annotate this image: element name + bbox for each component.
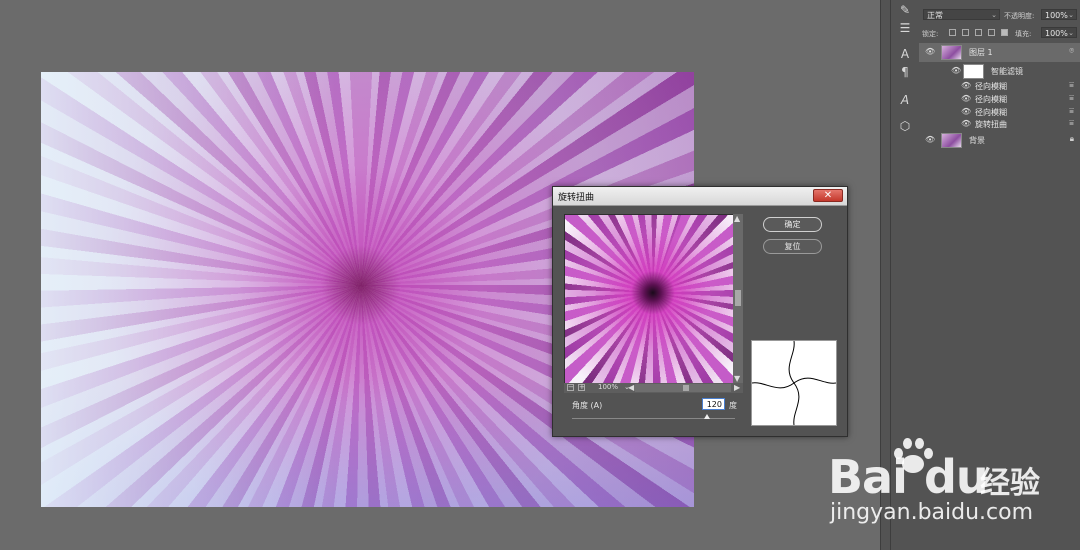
filter-preview[interactable] xyxy=(564,214,735,385)
lock-transparent-icon[interactable] xyxy=(949,29,956,36)
eye-icon[interactable]: 👁 xyxy=(925,135,935,144)
filter-name: 旋转扭曲 xyxy=(975,120,1007,129)
filter-row[interactable]: 👁 径向模糊 ⩸ xyxy=(919,79,1080,92)
scroll-thumb[interactable] xyxy=(683,385,689,391)
eye-icon[interactable]: 👁 xyxy=(951,66,961,75)
lock-icon: 🔒︎ xyxy=(1069,134,1074,143)
zoom-level: 100% xyxy=(598,383,619,391)
layer-row-background[interactable]: 👁 背景 🔒︎ xyxy=(919,131,1080,150)
chevron-down-icon: ⌄ xyxy=(1068,11,1074,19)
angle-label: 角度 (A) xyxy=(572,401,603,410)
dialog-title: 旋转扭曲 xyxy=(558,193,595,203)
scroll-down-icon[interactable]: ▼ xyxy=(734,374,740,383)
watermark-url: jingyan.baidu.com xyxy=(830,500,1034,525)
brush-icon[interactable]: ✎ xyxy=(897,2,913,18)
lock-label: 锁定: xyxy=(922,30,939,38)
watermark-logo-bai: Bai xyxy=(828,450,908,504)
preview-vertical-scrollbar[interactable]: ▲ ▼ xyxy=(733,214,743,383)
eye-icon[interactable]: 👁 xyxy=(961,107,971,116)
angle-input[interactable]: 120 xyxy=(702,398,725,410)
character-icon[interactable]: A xyxy=(897,46,913,62)
blend-mode-select[interactable]: 正常 ⌄ xyxy=(923,9,1000,20)
lock-position-icon[interactable] xyxy=(975,29,982,36)
filter-options-icon[interactable]: ⩸ xyxy=(1069,106,1074,116)
chevron-down-icon: ⌄ xyxy=(991,11,997,19)
layer-name: 智能滤镜 xyxy=(991,67,1023,76)
close-button[interactable]: ✕ xyxy=(813,189,843,202)
smart-object-icon: ⌾ xyxy=(1069,46,1074,55)
preview-zoom-bar: − + 100% ⌄ ◀ ▶ xyxy=(564,383,743,393)
ok-button[interactable]: 确定 xyxy=(763,217,822,232)
twirl-curve-icon xyxy=(751,340,837,426)
filter-row[interactable]: 👁 旋转扭曲 ⩸ xyxy=(919,117,1080,130)
filter-name: 径向模糊 xyxy=(975,95,1007,104)
scroll-up-icon[interactable]: ▲ xyxy=(734,214,740,223)
eye-icon[interactable]: 👁 xyxy=(961,119,971,128)
watermark-logo-du: du xyxy=(924,450,989,504)
scroll-thumb[interactable] xyxy=(735,290,741,306)
paragraph-icon[interactable]: ¶ xyxy=(897,64,913,80)
twirl-filter-dialog: 旋转扭曲 ✕ ▲ ▼ − + 100% ⌄ ◀ ▶ 确定 复位 角度 (A) 1… xyxy=(552,186,848,437)
glyphs-icon[interactable]: A xyxy=(897,92,913,108)
lock-pixels-icon[interactable] xyxy=(962,29,969,36)
filter-options-icon[interactable]: ⩸ xyxy=(1069,118,1074,128)
angle-slider[interactable] xyxy=(572,418,735,419)
lock-artboard-icon[interactable] xyxy=(988,29,995,36)
filter-name: 径向模糊 xyxy=(975,82,1007,91)
fill-value: 100% xyxy=(1045,29,1068,38)
opacity-value: 100% xyxy=(1045,11,1068,20)
blend-mode-value: 正常 xyxy=(927,11,943,20)
layer-thumbnail xyxy=(941,45,962,60)
reset-button[interactable]: 复位 xyxy=(763,239,822,254)
layer-name: 背景 xyxy=(969,136,985,145)
filter-options-icon[interactable]: ⩸ xyxy=(1069,93,1074,103)
scroll-left-icon[interactable]: ◀ xyxy=(628,383,634,392)
zoom-out-icon[interactable]: − xyxy=(567,384,574,391)
chevron-down-icon: ⌄ xyxy=(1068,29,1074,37)
twirl-curve-preview xyxy=(751,340,837,426)
layer-name: 图层 1 xyxy=(969,48,993,57)
scroll-right-icon[interactable]: ▶ xyxy=(734,383,740,392)
eye-icon[interactable]: 👁 xyxy=(961,94,971,103)
layer-row-layer1[interactable]: 👁 图层 1 ⌾ xyxy=(919,43,1080,62)
adjustments-icon[interactable]: ☰ xyxy=(897,20,913,36)
layer-thumbnail xyxy=(941,133,962,148)
filter-mask-thumbnail xyxy=(963,64,984,79)
opacity-label: 不透明度: xyxy=(1004,12,1035,20)
eye-icon[interactable]: 👁 xyxy=(961,81,971,90)
fill-field[interactable]: 100% ⌄ xyxy=(1041,27,1077,38)
zoom-in-icon[interactable]: + xyxy=(578,384,585,391)
filter-row[interactable]: 👁 径向模糊 ⩸ xyxy=(919,92,1080,105)
lock-all-icon[interactable] xyxy=(1001,29,1008,36)
angle-slider-knob[interactable] xyxy=(704,414,711,419)
angle-unit: 度 xyxy=(729,401,737,410)
3d-icon[interactable]: ⬡ xyxy=(897,118,913,134)
watermark-logo-jingyan: 经验 xyxy=(980,466,1040,501)
opacity-field[interactable]: 100% ⌄ xyxy=(1041,9,1077,20)
preview-horizontal-scrollbar[interactable] xyxy=(635,384,731,392)
fill-label: 填充: xyxy=(1015,30,1032,38)
baidu-jingyan-watermark: Bai du 经验 jingyan.baidu.com xyxy=(820,430,1060,540)
dialog-titlebar[interactable]: 旋转扭曲 ✕ xyxy=(553,187,847,206)
filter-options-icon[interactable]: ⩸ xyxy=(1069,80,1074,90)
eye-icon[interactable]: 👁 xyxy=(925,47,935,56)
